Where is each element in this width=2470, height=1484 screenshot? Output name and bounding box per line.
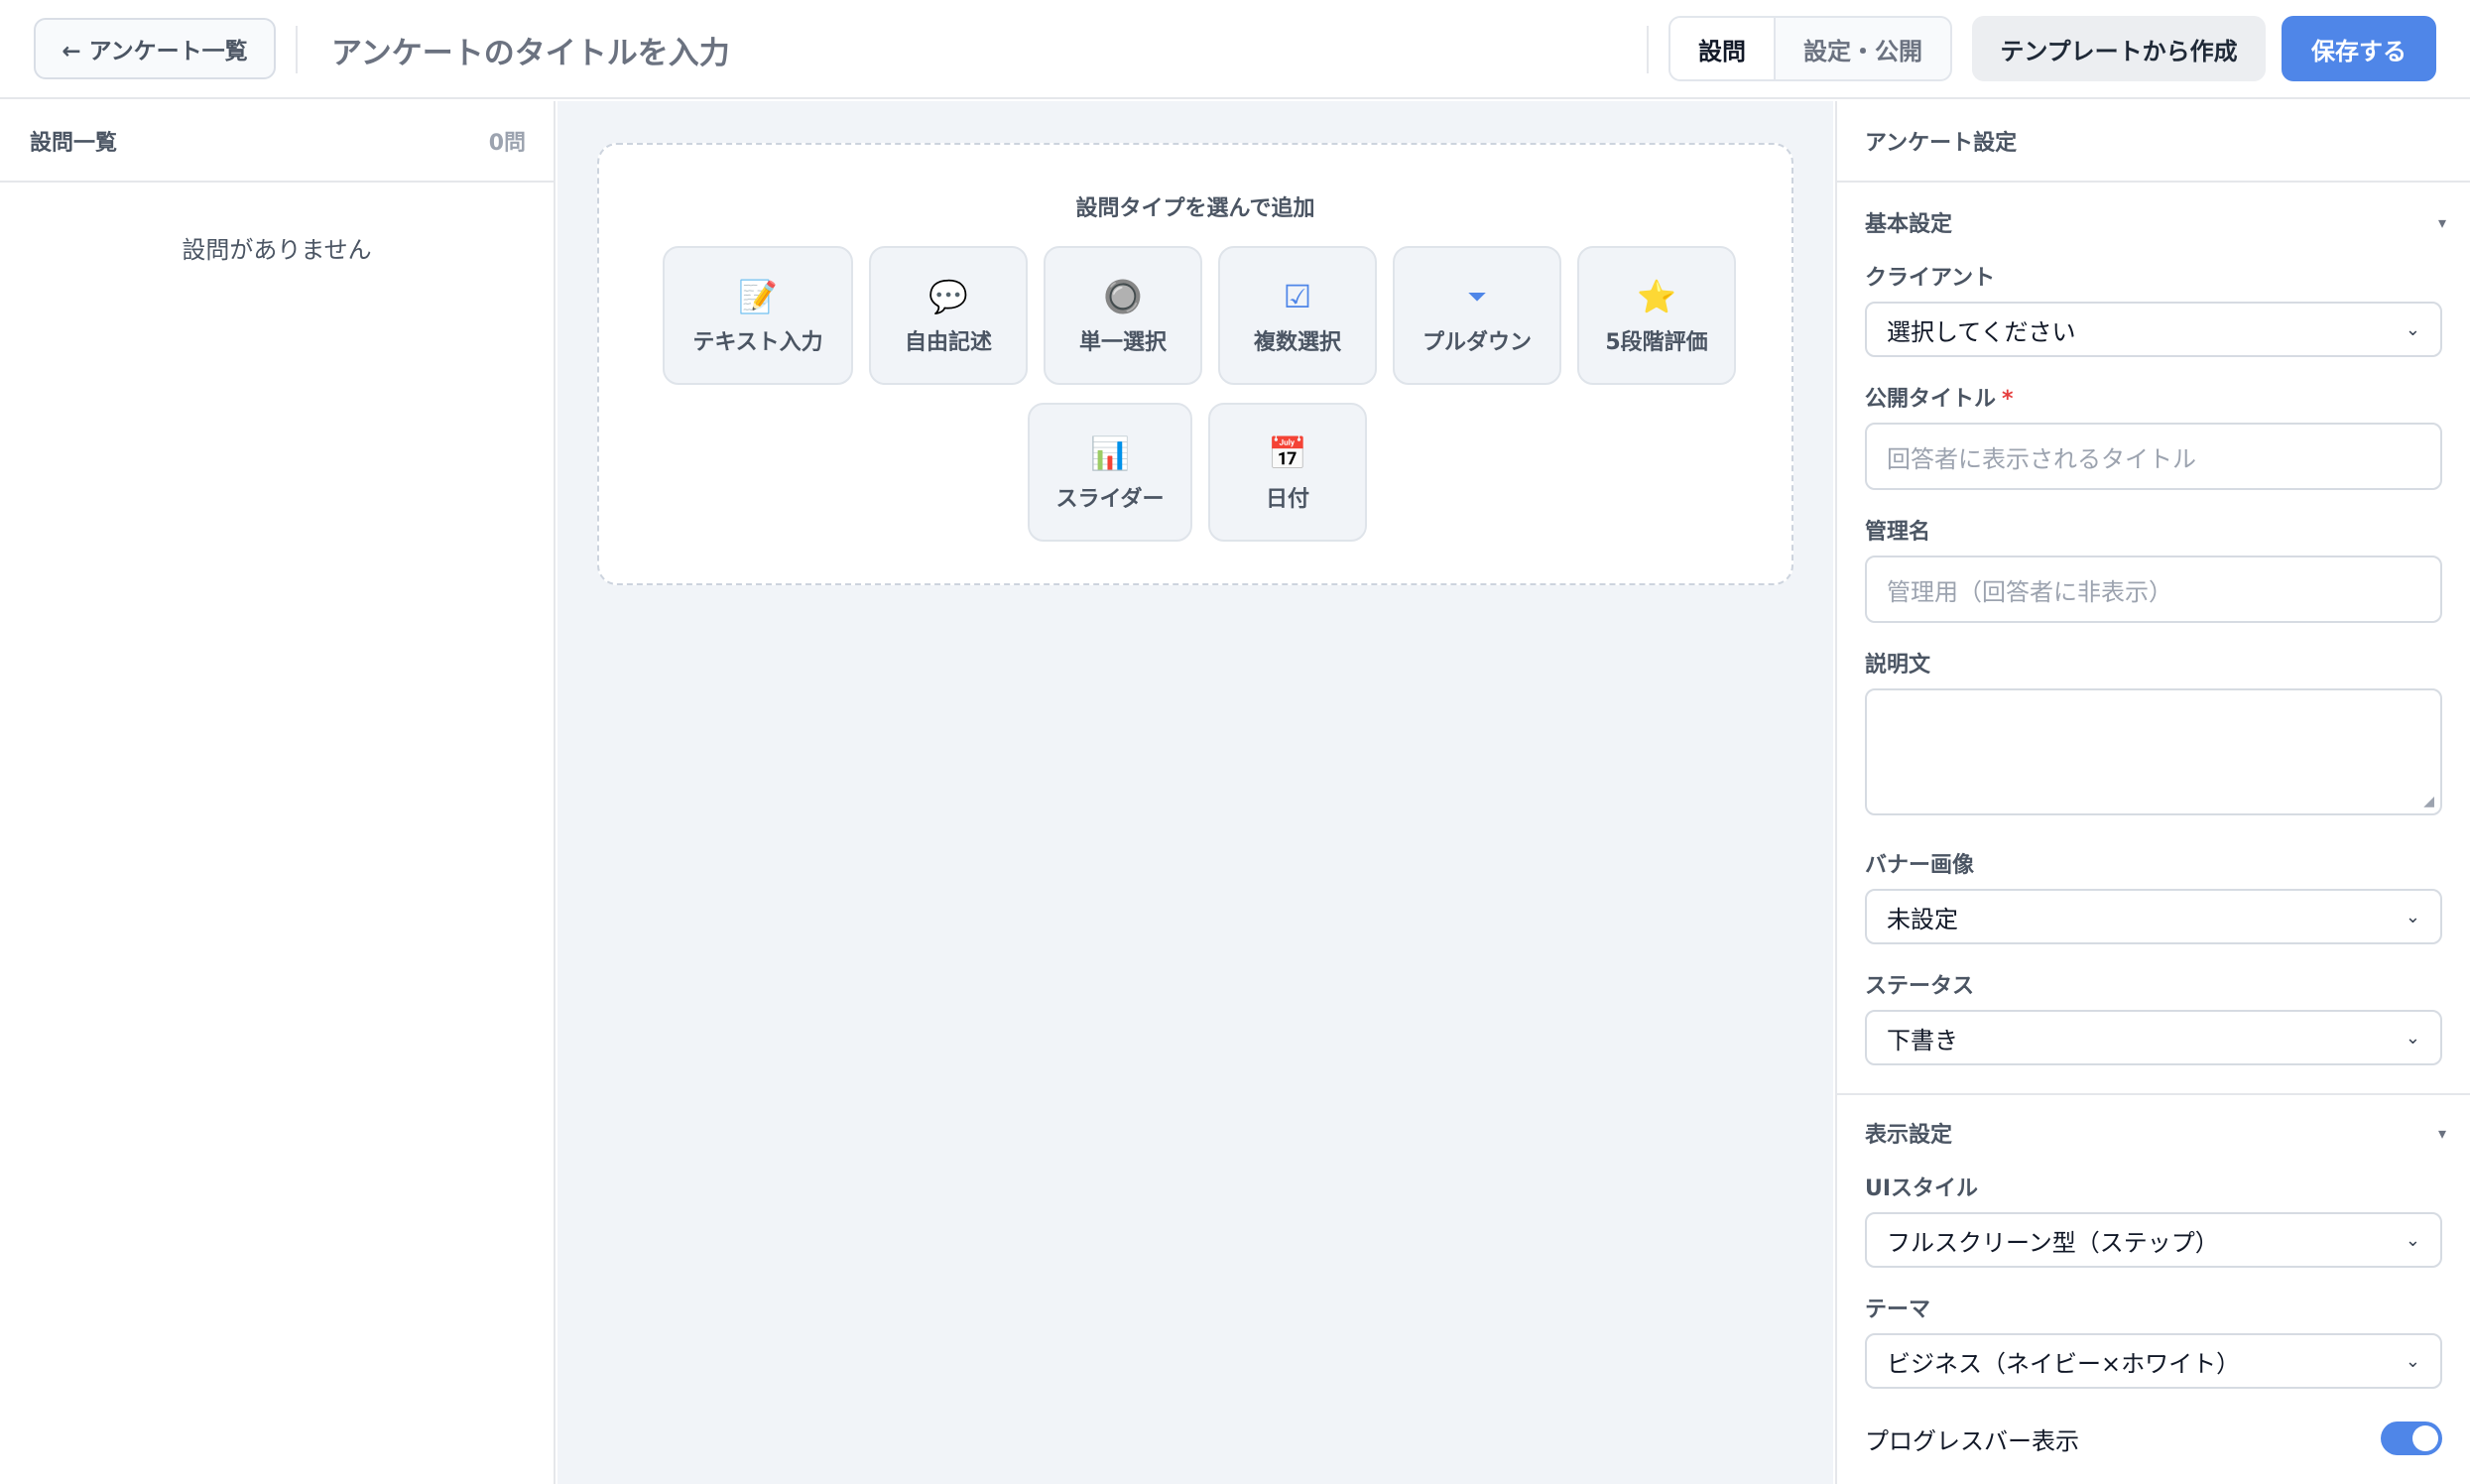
question-list-header: 設問一覧 0問: [0, 101, 554, 183]
chevron-down-icon: ▾: [2437, 1123, 2446, 1143]
client-select-value: 選択してください: [1887, 317, 2076, 346]
question-type-label: 複数選択: [1253, 330, 1341, 355]
question-type-five-star-rating[interactable]: ⭐ 5段階評価: [1577, 246, 1736, 385]
question-type-text-input[interactable]: 📝 テキスト入力: [663, 246, 853, 385]
calendar-icon: 📅: [1268, 434, 1307, 472]
chevron-down-icon: ⌄: [2405, 318, 2420, 340]
progress-bar-label: プログレスバー表示: [1865, 1426, 2079, 1455]
status-select-value: 下書き: [1887, 1026, 1958, 1054]
ui-style-label: UIスタイル: [1865, 1176, 1979, 1201]
checkbox-icon: ☑: [1283, 278, 1312, 315]
survey-title-input[interactable]: アンケートのタイトルを入力: [331, 22, 1026, 77]
display-settings-title: 表示設定: [1865, 1123, 1953, 1148]
client-select[interactable]: 選択してください ⌄: [1865, 302, 2442, 357]
question-list-title: 設問一覧: [30, 131, 118, 156]
admin-name-label: 管理名: [1865, 520, 1931, 545]
question-type-picker-title: 設問タイプを選んで追加: [1075, 196, 1315, 221]
admin-name-input[interactable]: 管理用（回答者に非表示）: [1865, 556, 2442, 623]
basic-settings-title: 基本設定: [1865, 212, 1953, 237]
question-type-picker: 設問タイプを選んで追加 📝 テキスト入力 💬 自由記述 🔘 単一選択 ☑ 複数選…: [597, 143, 1793, 585]
divider: [296, 26, 298, 73]
memo-icon: 📝: [738, 278, 778, 315]
status-select[interactable]: 下書き ⌄: [1865, 1010, 2442, 1065]
banner-image-label: バナー画像: [1865, 853, 1975, 878]
theme-select-value: ビジネス（ネイビー×ホワイト）: [1887, 1349, 2241, 1378]
ui-style-select-value: フルスクリーン型（ステップ）: [1887, 1228, 2219, 1257]
tab-questions[interactable]: 設問: [1670, 18, 1776, 79]
chevron-down-icon: ⌄: [2405, 1350, 2420, 1372]
view-tab-group: 設問 設定・公開: [1668, 16, 1952, 81]
section-divider: [1837, 1093, 2470, 1095]
ui-style-select[interactable]: フルスクリーン型（ステップ） ⌄: [1865, 1212, 2442, 1268]
survey-settings-panel: アンケート設定 基本設定 ▾ クライアント 選択してください ⌄ 公開タイトル *…: [1835, 101, 2470, 1484]
dropdown-triangle-icon: ⏷: [1467, 283, 1487, 310]
editor-canvas: 設問タイプを選んで追加 📝 テキスト入力 💬 自由記述 🔘 単一選択 ☑ 複数選…: [557, 101, 1833, 1484]
question-type-label: 自由記述: [904, 330, 992, 355]
public-title-label: 公開タイトル *: [1865, 381, 2014, 413]
create-from-template-button[interactable]: テンプレートから作成: [1972, 16, 2266, 81]
progress-bar-setting: プログレスバー表示: [1865, 1419, 2442, 1458]
question-list-panel: 設問一覧 0問 設問がありません: [0, 101, 556, 1484]
question-type-label: 5段階評価: [1605, 330, 1708, 355]
required-marker: *: [2002, 387, 2014, 412]
toggle-knob: [2412, 1425, 2438, 1451]
basic-settings-header[interactable]: 基本設定 ▾: [1865, 206, 2446, 238]
question-type-dropdown[interactable]: ⏷ プルダウン: [1393, 246, 1561, 385]
chevron-down-icon: ⌄: [2405, 1229, 2420, 1251]
theme-label: テーマ: [1865, 1298, 1931, 1322]
speech-bubble-icon: 💬: [928, 278, 968, 315]
public-title-label-text: 公開タイトル: [1865, 387, 1997, 412]
banner-image-select-value: 未設定: [1887, 905, 1958, 933]
save-button[interactable]: 保存する: [2282, 16, 2436, 81]
back-to-list-button[interactable]: ← アンケート一覧: [34, 18, 276, 79]
tab-settings-publish[interactable]: 設定・公開: [1776, 18, 1950, 79]
resize-handle-icon[interactable]: ◢: [2423, 794, 2434, 809]
question-type-label: プルダウン: [1421, 330, 1532, 355]
bar-chart-icon: 📊: [1090, 434, 1130, 472]
question-type-multi-choice[interactable]: ☑ 複数選択: [1218, 246, 1377, 385]
chevron-down-icon: ⌄: [2405, 1027, 2420, 1049]
question-type-free-text[interactable]: 💬 自由記述: [869, 246, 1028, 385]
survey-settings-title: アンケート設定: [1837, 101, 2470, 183]
radio-button-icon: 🔘: [1103, 278, 1143, 315]
question-type-label: 日付: [1265, 487, 1309, 512]
question-type-label: 単一選択: [1078, 330, 1167, 355]
description-label: 説明文: [1865, 653, 1931, 678]
display-settings-header[interactable]: 表示設定 ▾: [1865, 1117, 2446, 1149]
star-icon: ⭐: [1637, 278, 1676, 315]
client-label: クライアント: [1865, 266, 1996, 291]
empty-state-message: 設問がありません: [182, 236, 372, 264]
chevron-down-icon: ▾: [2437, 212, 2446, 232]
question-count: 0問: [488, 131, 526, 156]
chevron-down-icon: ⌄: [2405, 906, 2420, 928]
theme-select[interactable]: ビジネス（ネイビー×ホワイト） ⌄: [1865, 1333, 2442, 1389]
description-textarea[interactable]: ◢: [1865, 688, 2442, 815]
public-title-input[interactable]: 回答者に表示されるタイトル: [1865, 423, 2442, 490]
question-type-label: スライダー: [1055, 487, 1165, 512]
question-type-date[interactable]: 📅 日付: [1208, 403, 1367, 542]
status-label: ステータス: [1865, 974, 1975, 999]
question-type-slider[interactable]: 📊 スライダー: [1028, 403, 1192, 542]
question-type-single-choice[interactable]: 🔘 単一選択: [1044, 246, 1202, 385]
top-bar: ← アンケート一覧 アンケートのタイトルを入力 設問 設定・公開 テンプレートか…: [0, 0, 2470, 99]
divider: [1647, 26, 1649, 73]
banner-image-select[interactable]: 未設定 ⌄: [1865, 889, 2442, 944]
progress-bar-toggle[interactable]: [2381, 1422, 2442, 1455]
question-type-label: テキスト入力: [692, 330, 823, 355]
